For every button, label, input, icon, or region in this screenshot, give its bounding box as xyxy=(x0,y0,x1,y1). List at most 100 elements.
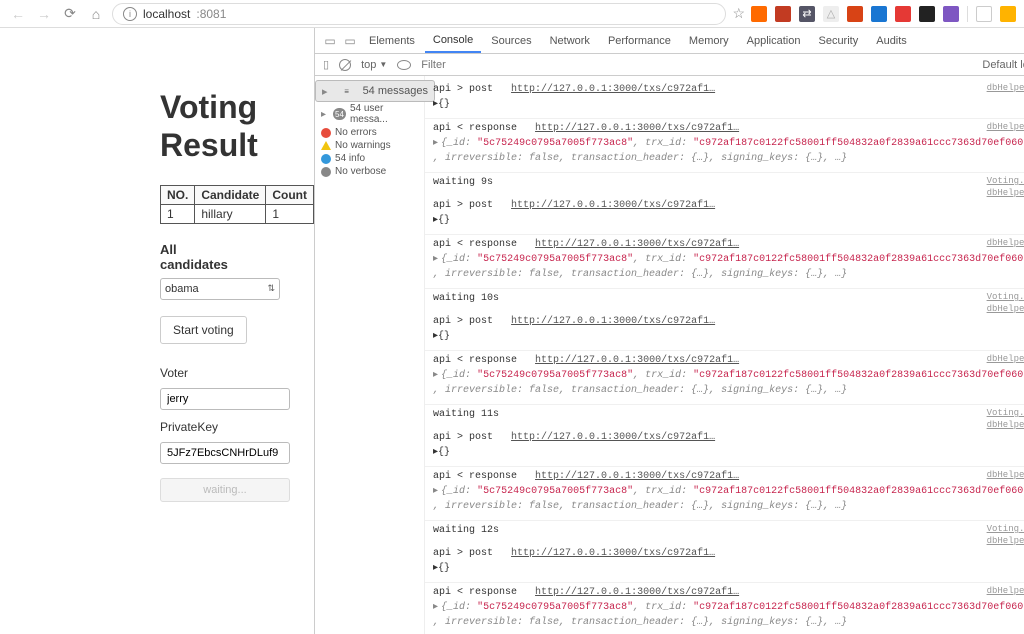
url-link[interactable]: http://127.0.0.1:3000/txs/c972af1… xyxy=(535,123,739,134)
console-output[interactable]: dbHelper.js?ec7d:54 api > post http://12… xyxy=(425,76,1024,634)
console-sidebar: ▸≡ 54 messages ▸ 54 54 user messa... No … xyxy=(315,76,425,634)
url-link[interactable]: http://127.0.0.1:3000/txs/c972af1… xyxy=(535,355,739,366)
privatekey-input[interactable] xyxy=(160,442,290,464)
url-link[interactable]: http://127.0.0.1:3000/txs/c972af1… xyxy=(511,316,715,327)
voter-input[interactable] xyxy=(160,388,290,410)
sidebar-user-messages[interactable]: ▸ 54 54 user messa... xyxy=(321,102,418,126)
home-button[interactable]: ⌂ xyxy=(86,4,106,24)
console-entry: dbHelper.js?ec7d:59 api < response http:… xyxy=(425,351,1024,405)
source-link[interactable]: dbHelper.js?ec7d:54 xyxy=(987,187,1024,201)
console-entry: dbHelper.js?ec7d:59 api < response http:… xyxy=(425,583,1024,634)
ext-icon-9[interactable] xyxy=(943,6,959,22)
select-value: obama xyxy=(165,283,199,295)
cell-count: 1 xyxy=(266,204,314,223)
console-entry: Voting.vue?25c2:121 dbHelper.js?ec7d:54 … xyxy=(425,289,1024,351)
source-link[interactable]: dbHelper.js?ec7d:59 xyxy=(987,585,1024,599)
ext-icon-2[interactable] xyxy=(775,6,791,22)
url-link[interactable]: http://127.0.0.1:3000/txs/c972af1… xyxy=(511,84,715,95)
tab-sources[interactable]: Sources xyxy=(483,28,539,53)
source-link[interactable]: dbHelper.js?ec7d:59 xyxy=(987,469,1024,483)
ext-icon-6[interactable] xyxy=(871,6,887,22)
ext-icon-5[interactable] xyxy=(847,6,863,22)
url-link[interactable]: http://127.0.0.1:3000/txs/c972af1… xyxy=(511,432,715,443)
all-candidates-label: All candidates xyxy=(160,242,240,272)
url-link[interactable]: http://127.0.0.1:3000/txs/c972af1… xyxy=(511,548,715,559)
candidate-select[interactable]: obama ⇅ xyxy=(160,278,280,300)
source-link[interactable]: dbHelper.js?ec7d:54 xyxy=(987,535,1024,549)
console-filter-bar: ▯ top ▼ Default levels ▼ ⚙ xyxy=(315,54,1024,76)
ext-icon-11[interactable] xyxy=(1000,6,1016,22)
site-info-icon[interactable]: i xyxy=(123,7,137,21)
console-entry: Voting.vue?25c2:121 dbHelper.js?ec7d:54 … xyxy=(425,521,1024,583)
url-host: localhost xyxy=(143,7,190,21)
table-header-row: NO. Candidate Count xyxy=(161,185,314,204)
context-selector[interactable]: top ▼ xyxy=(361,59,387,71)
console-entry: dbHelper.js?ec7d:54 api > post http://12… xyxy=(425,80,1024,119)
tab-security[interactable]: Security xyxy=(810,28,866,53)
source-link[interactable]: dbHelper.js?ec7d:59 xyxy=(987,353,1024,367)
back-button[interactable]: ← xyxy=(8,4,28,24)
tab-performance[interactable]: Performance xyxy=(600,28,679,53)
source-link[interactable]: dbHelper.js?ec7d:54 xyxy=(987,419,1024,433)
devtools-tabbar: ▭ ▭ Elements Console Sources Network Per… xyxy=(315,28,1024,54)
tab-memory[interactable]: Memory xyxy=(681,28,737,53)
extension-icons: ⇄ △ xyxy=(751,6,1016,22)
tab-console[interactable]: Console xyxy=(425,28,481,53)
url-link[interactable]: http://127.0.0.1:3000/txs/c972af1… xyxy=(535,587,739,598)
reload-button[interactable]: ⟳ xyxy=(60,4,80,24)
forward-button[interactable]: → xyxy=(34,4,54,24)
ext-icon-8[interactable] xyxy=(919,6,935,22)
sidebar-errors[interactable]: No errors xyxy=(321,126,418,139)
ext-icon-3[interactable]: ⇄ xyxy=(799,6,815,22)
url-link[interactable]: http://127.0.0.1:3000/txs/c972af1… xyxy=(535,239,739,250)
ext-icon-4[interactable]: △ xyxy=(823,6,839,22)
chevron-down-icon: ▼ xyxy=(379,60,387,69)
console-entry: Voting.vue?25c2:121 dbHelper.js?ec7d:54 … xyxy=(425,173,1024,235)
clear-console-icon[interactable] xyxy=(339,59,351,71)
privatekey-label: PrivateKey xyxy=(160,420,314,434)
page-content: Voting Result NO. Candidate Count 1 hill… xyxy=(0,28,314,634)
tab-audits[interactable]: Audits xyxy=(868,28,915,53)
sidebar-toggle-icon[interactable]: ▯ xyxy=(323,58,329,71)
cell-no: 1 xyxy=(161,204,195,223)
sidebar-warnings[interactable]: No warnings xyxy=(321,139,418,152)
url-link[interactable]: http://127.0.0.1:3000/txs/c972af1… xyxy=(535,471,739,482)
ext-icon-1[interactable] xyxy=(751,6,767,22)
chevron-updown-icon: ⇅ xyxy=(267,283,275,294)
ext-icon-10[interactable] xyxy=(976,6,992,22)
device-icon[interactable]: ▭ xyxy=(341,34,359,48)
sidebar-verbose[interactable]: No verbose xyxy=(321,165,418,178)
levels-selector[interactable]: Default levels ▼ xyxy=(982,59,1024,71)
voter-label: Voter xyxy=(160,366,314,380)
waiting-button: waiting... xyxy=(160,478,290,502)
col-candidate: Candidate xyxy=(195,185,266,204)
sidebar-info[interactable]: 54 info xyxy=(321,152,418,165)
col-no: NO. xyxy=(161,185,195,204)
cell-candidate: hillary xyxy=(195,204,266,223)
info-icon xyxy=(321,154,331,164)
ext-icon-7[interactable] xyxy=(895,6,911,22)
page-title: Voting Result xyxy=(160,88,314,165)
col-count: Count xyxy=(266,185,314,204)
bookmark-star-icon[interactable]: ☆ xyxy=(732,5,745,22)
tab-application[interactable]: Application xyxy=(739,28,809,53)
inspect-icon[interactable]: ▭ xyxy=(321,34,339,48)
source-link[interactable]: dbHelper.js?ec7d:54 xyxy=(987,82,1024,96)
tab-elements[interactable]: Elements xyxy=(361,28,423,53)
address-bar[interactable]: i localhost:8081 xyxy=(112,3,726,25)
console-entry: dbHelper.js?ec7d:59 api < response http:… xyxy=(425,235,1024,289)
start-voting-button[interactable]: Start voting xyxy=(160,316,247,344)
url-link[interactable]: http://127.0.0.1:3000/txs/c972af1… xyxy=(511,200,715,211)
source-link[interactable]: dbHelper.js?ec7d:54 xyxy=(987,303,1024,317)
sidebar-messages[interactable]: ▸≡ 54 messages xyxy=(315,80,435,102)
source-link[interactable]: dbHelper.js?ec7d:59 xyxy=(987,237,1024,251)
console-entry: dbHelper.js?ec7d:59 api < response http:… xyxy=(425,119,1024,173)
verbose-icon xyxy=(321,167,331,177)
error-icon xyxy=(321,128,331,138)
tab-network[interactable]: Network xyxy=(542,28,598,53)
source-link[interactable]: dbHelper.js?ec7d:59 xyxy=(987,121,1024,135)
filter-input[interactable] xyxy=(421,59,481,71)
live-expression-icon[interactable] xyxy=(397,60,411,70)
user-count-badge: 54 xyxy=(333,108,346,120)
console-entry: Voting.vue?25c2:121 dbHelper.js?ec7d:54 … xyxy=(425,405,1024,467)
